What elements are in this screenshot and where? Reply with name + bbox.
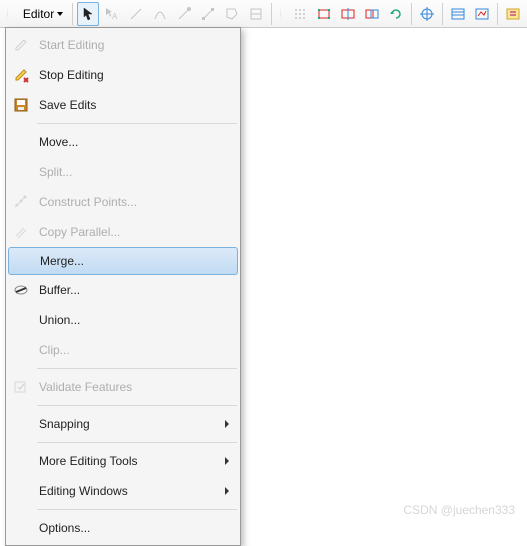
submenu-arrow-icon: [225, 420, 229, 428]
submenu-arrow-icon: [225, 457, 229, 465]
menu-separator: [37, 123, 237, 124]
editor-menu-button[interactable]: Editor: [16, 2, 68, 26]
rectangle-icon: [317, 7, 331, 21]
line-tool-button: [125, 2, 147, 26]
toolbar-separator: [72, 3, 73, 25]
reshape-tool-button: [221, 2, 243, 26]
menu-label: Move...: [35, 135, 239, 149]
validate-icon: [13, 379, 29, 395]
menu-label: Construct Points...: [35, 195, 239, 209]
pencil-icon: [13, 37, 29, 53]
arc-tool-button: [149, 2, 171, 26]
menu-label: More Editing Tools: [35, 454, 225, 468]
attributes-button[interactable]: [447, 2, 469, 26]
split-rect-icon: [341, 7, 355, 21]
table-icon: [451, 7, 465, 21]
reshape-icon: [225, 7, 239, 21]
menu-item-stop-editing[interactable]: Stop Editing: [7, 60, 239, 90]
menu-item-move[interactable]: Move...: [7, 127, 239, 157]
menu-item-buffer[interactable]: Buffer...: [7, 275, 239, 305]
menu-label: Save Edits: [35, 98, 239, 112]
merge-rect-icon: [365, 7, 379, 21]
menu-item-snapping[interactable]: Snapping: [7, 409, 239, 439]
toolbar-grabber[interactable]: ⋮⋮: [275, 10, 286, 18]
menu-item-more-editing-tools[interactable]: More Editing Tools: [7, 446, 239, 476]
menu-label: Snapping: [35, 417, 225, 431]
toolbar-grabber[interactable]: ⋮⋮: [2, 10, 13, 18]
create-features-icon: [506, 7, 520, 21]
menu-item-save-edits[interactable]: Save Edits: [7, 90, 239, 120]
arrow-a-icon: A: [105, 7, 119, 21]
menu-item-merge[interactable]: Merge...: [8, 247, 238, 275]
menu-label: Stop Editing: [35, 68, 239, 82]
menu-item-union[interactable]: Union...: [7, 305, 239, 335]
svg-text:A: A: [112, 12, 118, 21]
parallel-icon: [13, 224, 29, 240]
menu-label: Start Editing: [35, 38, 239, 52]
menu-label: Split...: [35, 165, 239, 179]
menu-item-split: Split...: [7, 157, 239, 187]
vertex-icon: [201, 7, 215, 21]
menu-separator: [37, 368, 237, 369]
buffer-icon: [13, 282, 29, 298]
menu-item-options[interactable]: Options...: [7, 513, 239, 543]
menu-item-copy-parallel: Copy Parallel...: [7, 217, 239, 247]
rotate-tool-button[interactable]: [385, 2, 407, 26]
cut-poly-icon: [249, 7, 263, 21]
menu-label: Validate Features: [35, 380, 239, 394]
point-tool-button: [173, 2, 195, 26]
menu-item-construct-points: Construct Points...: [7, 187, 239, 217]
menu-label: Copy Parallel...: [35, 225, 239, 239]
split-polygon-button[interactable]: [337, 2, 359, 26]
menu-label: Editing Windows: [35, 484, 225, 498]
editor-toolbar: ⋮⋮ Editor A ⋮⋮: [0, 0, 527, 28]
menu-separator: [37, 509, 237, 510]
dots-grid-icon: [293, 7, 307, 21]
save-icon: [13, 97, 29, 113]
toolbar-separator: [442, 3, 443, 25]
menu-label: Options...: [35, 521, 239, 535]
menu-item-validate-features: Validate Features: [7, 372, 239, 402]
sketch-properties-button[interactable]: [471, 2, 493, 26]
rectangle-tool-button[interactable]: [313, 2, 335, 26]
pencil-stop-icon: [13, 67, 29, 83]
edit-tool-button[interactable]: [77, 2, 99, 26]
target-icon: [420, 7, 434, 21]
toolbar-separator: [497, 3, 498, 25]
menu-separator: [37, 442, 237, 443]
construct-points-icon: [13, 194, 29, 210]
line-icon: [129, 7, 143, 21]
point-line-icon: [177, 7, 191, 21]
menu-item-editing-windows[interactable]: Editing Windows: [7, 476, 239, 506]
vertex-tool-button: [197, 2, 219, 26]
merge-polygon-button[interactable]: [361, 2, 383, 26]
menu-separator: [37, 405, 237, 406]
menu-item-clip: Clip...: [7, 335, 239, 365]
toolbar-separator: [411, 3, 412, 25]
arrow-cursor-icon: [81, 7, 95, 21]
submenu-arrow-icon: [225, 487, 229, 495]
edit-annotation-button: A: [101, 2, 123, 26]
editor-menu-label: Editor: [23, 7, 54, 21]
menu-label: Merge...: [36, 254, 237, 268]
snap-grid-button: [289, 2, 311, 26]
toolbar-separator: [271, 3, 272, 25]
rotate-icon: [389, 7, 403, 21]
cut-tool-button: [245, 2, 267, 26]
sketch-prop-icon: [475, 7, 489, 21]
menu-label: Union...: [35, 313, 239, 327]
target-tool-button[interactable]: [416, 2, 438, 26]
menu-label: Buffer...: [35, 283, 239, 297]
menu-label: Clip...: [35, 343, 239, 357]
editor-dropdown-menu: Start Editing Stop Editing Save Edits Mo…: [5, 27, 241, 546]
arc-icon: [153, 7, 167, 21]
menu-item-start-editing: Start Editing: [7, 30, 239, 60]
caret-down-icon: [57, 12, 63, 16]
create-features-button[interactable]: [502, 2, 524, 26]
watermark: CSDN @juechen333: [403, 503, 515, 517]
